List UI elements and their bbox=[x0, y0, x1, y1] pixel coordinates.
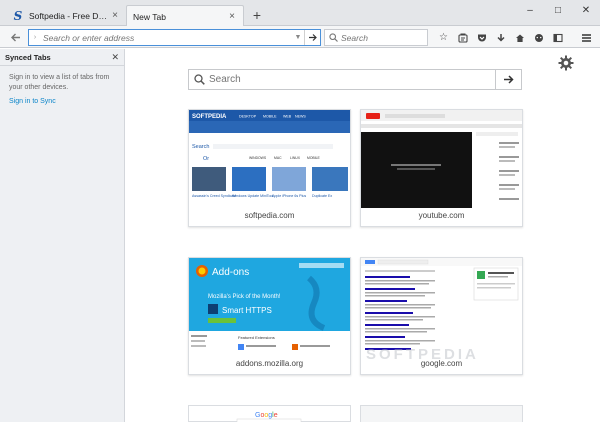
platform: LINUX bbox=[290, 156, 301, 160]
synced-tabs-sidebar: Synced Tabs ✕ Sign in to view a list of … bbox=[0, 49, 125, 422]
top-site-tile-softpedia[interactable]: SOFTPEDIA DESKTOP MOBILE WEB NEWS Search… bbox=[188, 109, 351, 227]
tab-strip: S Softpedia - Free Download... × New Tab… bbox=[0, 0, 600, 27]
tile-label: youtube.com bbox=[418, 211, 465, 220]
close-window-button[interactable]: ✕ bbox=[572, 0, 600, 20]
window-controls: – □ ✕ bbox=[516, 0, 600, 20]
platform: MOBILE bbox=[307, 156, 321, 160]
sidebar-header: Synced Tabs ✕ bbox=[0, 51, 124, 64]
nav-item: NEWS bbox=[295, 115, 306, 119]
url-input[interactable] bbox=[41, 32, 292, 43]
top-site-tile-addons[interactable]: Add-ons Mozilla's Pick of the Month! Sma… bbox=[188, 257, 351, 375]
arrow-right-icon bbox=[504, 75, 514, 84]
app-title: Apple iPhone 6s Plus bbox=[272, 194, 306, 198]
star-icon[interactable]: ☆ bbox=[434, 29, 453, 46]
search-icon bbox=[189, 74, 209, 85]
new-tab-plus-icon[interactable]: + bbox=[250, 8, 264, 22]
tab-title: New Tab bbox=[133, 11, 166, 22]
maximize-button[interactable]: □ bbox=[544, 0, 572, 20]
addons-title: Add-ons bbox=[212, 267, 249, 278]
addons-pick: Mozilla's Pick of the Month! bbox=[208, 294, 281, 300]
thumb-or-label: Or bbox=[203, 156, 209, 162]
top-site-tile-youtube[interactable]: youtube.com bbox=[360, 109, 523, 227]
platform: WINDOWS bbox=[249, 156, 267, 160]
tile-thumbnail: SOFTPEDIA DESKTOP MOBILE WEB NEWS Search… bbox=[189, 110, 350, 208]
pocket-icon[interactable] bbox=[472, 29, 491, 46]
close-icon[interactable]: × bbox=[110, 10, 120, 21]
top-site-tile-partial[interactable] bbox=[360, 405, 523, 422]
softpedia-logo: SOFTPEDIA bbox=[192, 114, 227, 120]
gear-icon[interactable] bbox=[558, 55, 574, 71]
reading-list-icon[interactable] bbox=[453, 29, 472, 46]
nav-item: MOBILE bbox=[263, 115, 277, 119]
home-icon[interactable] bbox=[510, 29, 529, 46]
newtab-search-box[interactable] bbox=[188, 69, 522, 90]
close-icon[interactable]: ✕ bbox=[111, 53, 119, 62]
search-icon bbox=[329, 33, 338, 42]
navigation-toolbar: › ▼ ☆ bbox=[0, 26, 600, 48]
top-site-tile-partial[interactable]: Google bbox=[188, 405, 351, 422]
history-dropdown-icon[interactable]: ▼ bbox=[292, 34, 304, 41]
thumb-search-label: Search bbox=[192, 144, 209, 150]
download-icon[interactable] bbox=[491, 29, 510, 46]
url-bar[interactable]: › ▼ bbox=[28, 29, 321, 46]
tab-softpedia[interactable]: S Softpedia - Free Download... × bbox=[6, 5, 126, 26]
platform: MAC bbox=[274, 156, 282, 160]
back-button[interactable] bbox=[6, 28, 24, 46]
tab-new-tab[interactable]: New Tab × bbox=[126, 5, 244, 27]
search-bar[interactable] bbox=[324, 29, 428, 46]
close-icon[interactable]: × bbox=[227, 11, 237, 22]
tile-thumbnail bbox=[361, 406, 522, 422]
chat-icon[interactable] bbox=[529, 29, 548, 46]
watermark: SOFTPEDIA bbox=[366, 346, 479, 363]
sidebar-message: Sign in to view a list of tabs from your… bbox=[9, 74, 110, 91]
identity-icon[interactable]: › bbox=[29, 34, 41, 41]
search-input[interactable] bbox=[338, 32, 427, 43]
tile-thumbnail: Google bbox=[189, 406, 350, 422]
tab-title: Softpedia - Free Download... bbox=[29, 10, 110, 21]
tile-label: softpedia.com bbox=[244, 211, 295, 220]
back-arrow-icon bbox=[10, 33, 20, 41]
sidebar-icon[interactable] bbox=[548, 29, 567, 46]
toolbar-icons: ☆ bbox=[434, 29, 567, 46]
arrow-right-icon bbox=[309, 34, 317, 41]
minimize-button[interactable]: – bbox=[516, 0, 544, 20]
app-title: Windows Update MiniTool bbox=[232, 194, 274, 198]
new-tab-page: SOFTPEDIA DESKTOP MOBILE WEB NEWS Search… bbox=[126, 49, 600, 422]
addons-name: Smart HTTPS bbox=[222, 306, 272, 315]
sidebar-title[interactable]: Synced Tabs bbox=[5, 53, 51, 62]
addons-featured: Featured Extensions bbox=[238, 335, 275, 340]
go-button[interactable] bbox=[304, 30, 320, 45]
newtab-search-go-button[interactable] bbox=[495, 69, 521, 90]
sign-in-to-sync-link[interactable]: Sign in to Sync bbox=[0, 93, 124, 105]
tile-thumbnail bbox=[361, 110, 522, 208]
nav-item: DESKTOP bbox=[239, 115, 257, 119]
hamburger-menu-icon[interactable] bbox=[578, 29, 594, 46]
tile-thumbnail: Add-ons Mozilla's Pick of the Month! Sma… bbox=[189, 258, 350, 356]
app-title: Duplicate Ex bbox=[312, 194, 332, 198]
app-title: Assassin's Creed Syndicate bbox=[192, 194, 236, 198]
nav-item: WEB bbox=[283, 115, 292, 119]
tile-label: addons.mozilla.org bbox=[235, 359, 304, 368]
tile-thumbnail bbox=[361, 258, 522, 356]
softpedia-favicon-icon: S bbox=[13, 8, 23, 23]
newtab-search-input[interactable] bbox=[209, 74, 495, 85]
svg-text:Google: Google bbox=[255, 412, 278, 419]
